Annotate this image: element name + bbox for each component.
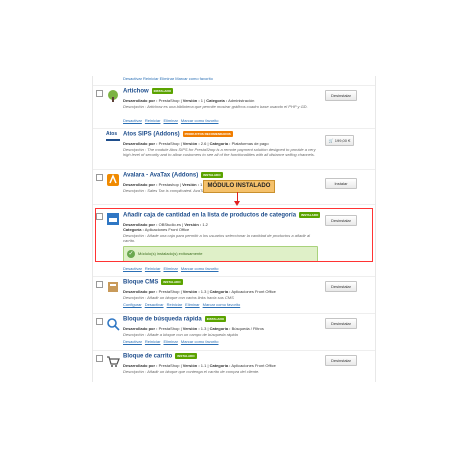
reset-link[interactable]: Reiniciar xyxy=(145,118,161,123)
favorite-link[interactable]: Marcar como favorito xyxy=(203,302,241,307)
list-item: Bloque CMS INSTALADO Desarrollado por : P… xyxy=(93,276,375,313)
deactivate-link[interactable]: Desactivar xyxy=(123,339,142,344)
reset-link[interactable]: Reiniciar xyxy=(145,339,161,344)
atos-logo-icon: Atos xyxy=(106,131,122,145)
module-links: Desactivar Reiniciar Eliminar Marcar como f… xyxy=(123,266,222,271)
module-meta: Desarrollado por : PrestaShop | Versión … xyxy=(123,98,255,103)
module-description: Descripción : Artichow es una biblioteca… xyxy=(123,104,308,109)
favorite-link[interactable]: Marcar como favorito xyxy=(181,339,219,344)
module-description: Descripción : Añade a bloque con un camp… xyxy=(123,332,238,337)
install-button[interactable]: Instalar xyxy=(325,178,357,189)
module-meta: Desarrollado por : PrestaShop | Versión … xyxy=(123,141,269,146)
module-meta: Desarrollado por : Prestashop | Versión … xyxy=(123,182,203,187)
artichow-icon xyxy=(108,90,118,102)
list-item: Artichow INSTALADO Desarrollado por : Pre… xyxy=(93,85,375,128)
module-description: Descripción : Añadir un bloque con vario… xyxy=(123,295,234,300)
callout-arrowhead xyxy=(234,201,240,206)
recommended-badge: PRODUCTOS RECOMENDADOS xyxy=(182,131,233,137)
module-links: Desactivar Reiniciar Eliminar Marcar como f… xyxy=(123,339,222,344)
deactivate-link[interactable]: Desactivar xyxy=(123,266,142,271)
deactivate-link[interactable]: Desactivar xyxy=(145,302,164,307)
uninstall-button[interactable]: Desinstalar xyxy=(325,90,357,101)
uninstall-button[interactable]: Desinstalar xyxy=(325,281,357,292)
module-links: Configurar Desactivar Reiniciar Eliminar Mar… xyxy=(123,302,243,307)
module-title: Bloque de carrito INSTALADO xyxy=(123,353,197,360)
favorite-link[interactable]: Marcar como favorito xyxy=(181,266,219,271)
list-item: Bloque de carrito INSTALADO Desarrollado … xyxy=(93,350,375,382)
module-title: Atos SIPS (Addons) PRODUCTOS RECOMENDADOS xyxy=(123,131,233,138)
module-description: Descripción : The module Atos SIPS for P… xyxy=(123,147,316,157)
module-meta: Desarrollado por : PrestaShop | Versión … xyxy=(123,363,276,368)
installed-badge: INSTALADO xyxy=(175,353,197,359)
deactivate-link[interactable]: Desactivar xyxy=(123,118,142,123)
list-item: Desactivar Reiniciar Eliminar Marcar com… xyxy=(93,76,375,84)
search-icon xyxy=(107,318,120,331)
module-meta: Desarrollado por : PrestaShop | Versión … xyxy=(123,289,276,294)
configure-link[interactable]: Configurar xyxy=(123,302,142,307)
module-meta: Desarrollado por : PrestaShop | Versión … xyxy=(123,326,264,331)
installed-badge: INSTALADO xyxy=(201,172,223,178)
avalara-icon xyxy=(107,174,119,186)
buy-button[interactable]: 🛒 199,00 € xyxy=(325,135,354,146)
module-checkbox[interactable] xyxy=(96,318,103,325)
reset-link[interactable]: Reiniciar xyxy=(145,266,161,271)
delete-link[interactable]: Eliminar xyxy=(163,339,177,344)
module-title: Bloque de búsqueda rápida INSTALADO xyxy=(123,316,226,323)
uninstall-button[interactable]: Desinstalar xyxy=(325,355,357,366)
delete-link[interactable]: Eliminar xyxy=(163,118,177,123)
module-description: Descripción : Añadir un bloque que conte… xyxy=(123,369,260,374)
cms-block-icon xyxy=(108,282,118,292)
module-title: Avalara - AvaTax (Addons) INSTALADO xyxy=(123,172,223,179)
cart-icon: 🛒 xyxy=(328,138,334,143)
module-checkbox[interactable] xyxy=(96,90,103,97)
module-checkbox[interactable] xyxy=(96,355,103,362)
module-links: Desactivar Reiniciar Eliminar Marcar como f… xyxy=(123,118,222,123)
installed-badge: INSTALADO xyxy=(204,316,226,322)
uninstall-button[interactable]: Desinstalar xyxy=(325,318,357,329)
list-item: Atos Atos SIPS (Addons) PRODUCTOS RECOMEN… xyxy=(93,128,375,169)
module-title: Bloque CMS INSTALADO xyxy=(123,279,183,286)
module-title: Artichow INSTALADO xyxy=(123,88,173,95)
module-checkbox[interactable] xyxy=(96,174,103,181)
list-item: Bloque de búsqueda rápida INSTALADO Desar… xyxy=(93,313,375,350)
highlight-box xyxy=(95,208,373,262)
cart-icon xyxy=(107,356,120,367)
delete-link[interactable]: Eliminar xyxy=(163,266,177,271)
installed-badge: INSTALADO xyxy=(151,88,173,94)
delete-link[interactable]: Eliminar xyxy=(185,302,199,307)
installed-badge: INSTALADO xyxy=(161,279,183,285)
installed-callout: MÓDULO INSTALADO xyxy=(203,180,275,193)
reset-link[interactable]: Reiniciar xyxy=(167,302,183,307)
module-links[interactable]: Desactivar Reiniciar Eliminar Marcar com… xyxy=(123,76,213,81)
module-checkbox[interactable] xyxy=(96,281,103,288)
favorite-link[interactable]: Marcar como favorito xyxy=(181,118,219,123)
